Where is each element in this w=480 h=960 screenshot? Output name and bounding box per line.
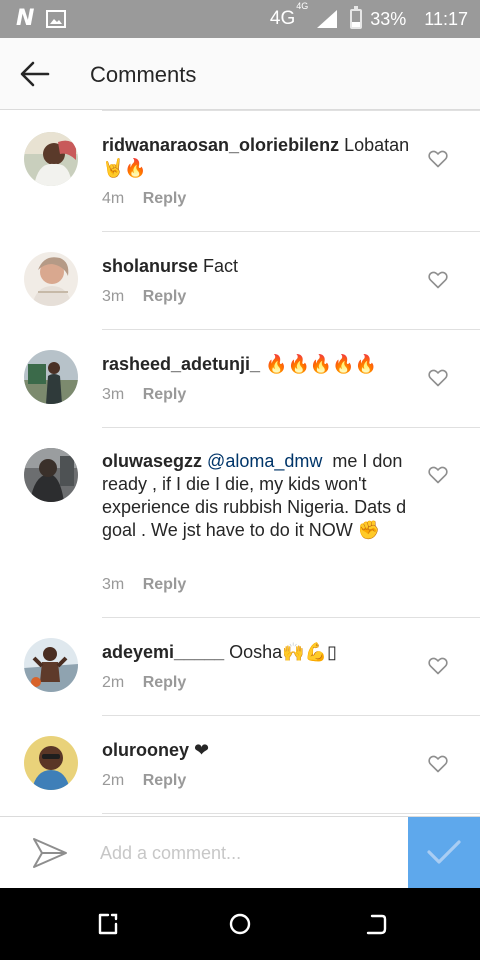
- reply-button[interactable]: Reply: [143, 674, 187, 691]
- divider: [102, 813, 480, 814]
- heart-icon[interactable]: [428, 369, 448, 387]
- comment-emoji: 🔥🔥🔥🔥🔥: [265, 354, 378, 374]
- header: Comments: [0, 38, 480, 110]
- heart-icon[interactable]: [428, 271, 448, 289]
- comment-emoji: ❤: [194, 740, 210, 760]
- comment-time: 2m: [102, 674, 125, 691]
- comment-time: 4m: [102, 190, 125, 207]
- home-icon[interactable]: [228, 912, 252, 936]
- checkmark-icon: [427, 839, 461, 864]
- signal-icon: [317, 10, 338, 28]
- clock: 11:17: [424, 8, 468, 29]
- comment-body: Lobatan: [344, 135, 410, 155]
- comment-emoji: 🙌💪▯: [282, 642, 337, 662]
- heart-icon[interactable]: [428, 755, 448, 773]
- n-logo-icon: N: [16, 6, 35, 31]
- avatar[interactable]: [24, 736, 78, 790]
- comment-time: 2m: [102, 772, 125, 789]
- heart-icon[interactable]: [428, 466, 448, 484]
- comment-username[interactable]: olurooney: [102, 740, 189, 760]
- comment-username[interactable]: sholanurse: [102, 256, 198, 276]
- status-right: 4G4G 33% 11:17: [269, 1, 468, 31]
- battery-level: [352, 21, 361, 27]
- avatar[interactable]: [24, 132, 78, 186]
- status-bar: N 4G4G 33% 11:17: [0, 0, 480, 38]
- comment-meta: 2m Reply: [102, 674, 186, 692]
- comment-body: Fact: [203, 256, 239, 276]
- comments-list[interactable]: ridwanaraosan_oloriebilenz Lobatan 🤘🔥 4m…: [0, 112, 480, 816]
- comment-time: 3m: [102, 576, 125, 593]
- comment-item: sholanurse Fact 3m Reply: [0, 232, 480, 330]
- reply-button[interactable]: Reply: [143, 386, 187, 403]
- avatar[interactable]: [24, 448, 78, 502]
- network-small-label: 4G: [296, 0, 309, 11]
- comment-meta: 3m Reply: [102, 386, 186, 404]
- comment-mention[interactable]: @aloma_dmw: [207, 451, 322, 471]
- reply-button[interactable]: Reply: [143, 772, 187, 789]
- comment-meta: 3m Reply: [102, 288, 186, 306]
- avatar[interactable]: [24, 638, 78, 692]
- comment-item: rasheed_adetunji_ 🔥🔥🔥🔥🔥 3m Reply: [0, 330, 480, 428]
- comment-username[interactable]: rasheed_adetunji_: [102, 354, 260, 374]
- battery-icon: [350, 6, 363, 29]
- avatar[interactable]: [24, 350, 78, 404]
- comment-text: oluwasegzz @aloma_dmw me I don ready , i…: [102, 450, 412, 542]
- post-comment-button[interactable]: [408, 817, 480, 889]
- network-indicator: 4G4G: [269, 1, 308, 30]
- comment-time: 3m: [102, 386, 125, 403]
- comment-item: adeyemi_____ Oosha🙌💪▯ 2m Reply: [0, 618, 480, 716]
- comment-meta: 3m Reply: [102, 576, 186, 594]
- heart-icon[interactable]: [428, 150, 448, 168]
- comment-body: Oosha: [229, 642, 283, 662]
- comment-item: olurooney ❤ 2m Reply: [0, 716, 480, 814]
- image-icon: [46, 10, 67, 28]
- reply-button[interactable]: Reply: [143, 190, 187, 207]
- divider: [102, 110, 480, 111]
- status-left: N: [16, 6, 67, 31]
- recent-apps-icon[interactable]: [96, 912, 120, 936]
- comment-username[interactable]: adeyemi_____: [102, 642, 224, 662]
- comment-item: oluwasegzz @aloma_dmw me I don ready , i…: [0, 428, 480, 618]
- comment-text: ridwanaraosan_oloriebilenz Lobatan 🤘🔥: [102, 134, 412, 180]
- back-icon[interactable]: [364, 912, 388, 936]
- comment-meta: 4m Reply: [102, 190, 186, 208]
- comment-text: sholanurse Fact: [102, 255, 412, 278]
- heart-icon[interactable]: [428, 657, 448, 675]
- back-arrow-icon[interactable]: [18, 58, 52, 90]
- reply-button[interactable]: Reply: [143, 288, 187, 305]
- comment-username[interactable]: oluwasegzz: [102, 451, 202, 471]
- comment-item: ridwanaraosan_oloriebilenz Lobatan 🤘🔥 4m…: [0, 112, 480, 232]
- comment-username[interactable]: ridwanaraosan_oloriebilenz: [102, 135, 339, 155]
- comment-text: adeyemi_____ Oosha🙌💪▯: [102, 641, 412, 664]
- comment-input-bar: [0, 816, 480, 889]
- comment-text: rasheed_adetunji_ 🔥🔥🔥🔥🔥: [102, 353, 412, 376]
- comment-emoji: ✊: [357, 520, 381, 540]
- battery-percent: 33%: [370, 8, 407, 29]
- paper-plane-icon[interactable]: [32, 837, 68, 869]
- comment-emoji: 🤘🔥: [102, 158, 147, 178]
- comment-text: olurooney ❤: [102, 739, 412, 762]
- comment-time: 3m: [102, 288, 125, 305]
- comment-meta: 2m Reply: [102, 772, 186, 790]
- navigation-bar: [0, 888, 480, 960]
- comment-input[interactable]: [100, 837, 390, 869]
- reply-button[interactable]: Reply: [143, 576, 187, 593]
- page-title: Comments: [90, 62, 197, 87]
- avatar[interactable]: [24, 252, 78, 306]
- network-label: 4G: [269, 8, 296, 29]
